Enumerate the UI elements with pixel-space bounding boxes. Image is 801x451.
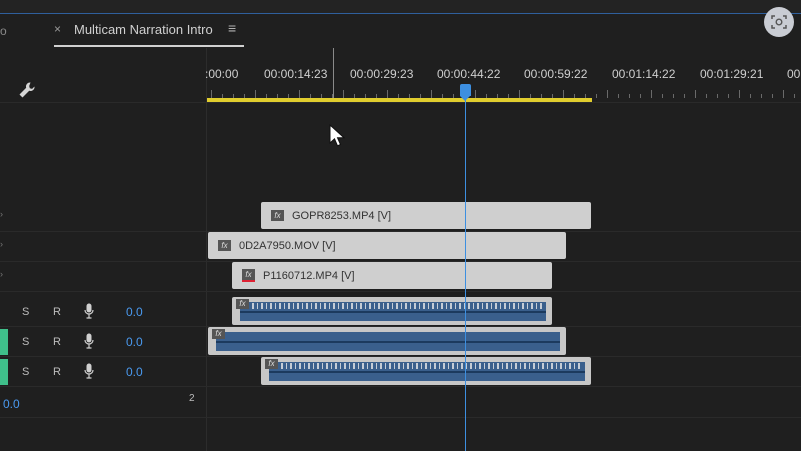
clip-name: P1160712.MP4 [V] <box>263 269 355 282</box>
ruler-tick <box>640 94 641 98</box>
clip-name: 0D2A7950.MOV [V] <box>239 239 336 252</box>
header-separator <box>0 102 801 103</box>
waveform-peaks <box>281 363 581 369</box>
ruler-tick <box>772 94 773 98</box>
fx-badge: fx <box>212 329 225 339</box>
ruler-tick <box>728 94 729 98</box>
mouse-pointer-icon <box>329 124 345 147</box>
microphone-icon[interactable] <box>84 363 94 379</box>
fx-badge: fx <box>265 359 278 369</box>
audio-waveform <box>216 332 560 351</box>
sequence-tab-title[interactable]: Multicam Narration Intro <box>74 22 213 37</box>
waveform-peaks <box>252 303 542 309</box>
ruler-timecode-label: 00:00:29:23 <box>350 67 414 81</box>
ruler-timecode-label: 00:01:29:21 <box>700 67 764 81</box>
audio-clip[interactable]: fx <box>261 357 591 385</box>
track-volume-value[interactable]: 0.0 <box>126 335 143 349</box>
playhead-handle[interactable] <box>460 84 471 101</box>
tab-close-button[interactable]: × <box>54 22 61 36</box>
ruler-tick <box>651 90 652 98</box>
time-ruler[interactable]: :00:00 00:00:14:23 00:00:29:23 00:00:44:22 0… <box>205 48 801 102</box>
audio-clip[interactable]: fx <box>232 297 552 325</box>
ruler-tick <box>684 94 685 98</box>
fx-badge: fx <box>271 210 284 221</box>
fx-badge: fx <box>218 240 231 251</box>
ruler-tick <box>596 94 597 98</box>
ruler-tick <box>607 90 608 98</box>
ruler-timecode-label: 00:00:59:22 <box>524 67 588 81</box>
fx-badge: fx <box>242 269 255 282</box>
track-target-indicator[interactable] <box>0 359 8 385</box>
record-button[interactable]: R <box>53 306 61 318</box>
solo-button[interactable]: S <box>22 366 29 378</box>
master-track <box>0 387 801 418</box>
ruler-tick <box>211 90 212 98</box>
ruler-tick <box>706 94 707 98</box>
ruler-tick <box>794 94 795 98</box>
master-volume-value[interactable]: 0.0 <box>3 397 20 411</box>
ruler-tick <box>343 90 344 98</box>
audio-clip[interactable]: fx <box>208 327 566 355</box>
visual-search-button[interactable] <box>764 7 794 37</box>
video-clip[interactable]: fx GOPR8253.MP4 [V] <box>261 202 591 229</box>
ruler-tick <box>662 94 663 98</box>
active-tab-underline <box>54 45 244 47</box>
ruler-timecode-label: :00:00 <box>205 67 239 81</box>
ruler-tick <box>629 94 630 98</box>
track-edge-mark: › <box>0 209 3 219</box>
track-edge-mark: › <box>0 239 3 249</box>
ruler-tick <box>761 94 762 98</box>
video-clip[interactable]: fx P1160712.MP4 [V] <box>232 262 552 289</box>
ruler-tick <box>783 90 784 98</box>
playhead-line <box>465 96 466 451</box>
ruler-timecode-label: 00:00:14:23 <box>264 67 328 81</box>
microphone-icon[interactable] <box>84 333 94 349</box>
clip-name: GOPR8253.MP4 [V] <box>292 209 392 222</box>
ruler-tick <box>739 90 740 98</box>
ruler-tick <box>673 94 674 98</box>
record-button[interactable]: R <box>53 366 61 378</box>
video-clip[interactable]: fx 0D2A7950.MOV [V] <box>208 232 566 259</box>
tab-menu-button[interactable]: ≡ <box>228 20 236 36</box>
ruler-timecode-label: 00:00:44:22 <box>437 67 501 81</box>
ruler-tick <box>695 90 696 98</box>
visual-search-icon <box>771 15 787 29</box>
ruler-tick <box>255 90 256 98</box>
ruler-tick <box>618 94 619 98</box>
ruler-marker-line <box>333 48 334 98</box>
microphone-icon[interactable] <box>84 303 94 319</box>
track-target-indicator[interactable] <box>0 329 8 355</box>
track-volume-value[interactable]: 0.0 <box>126 305 143 319</box>
solo-button[interactable]: S <box>22 336 29 348</box>
wrench-icon[interactable] <box>17 80 37 100</box>
ruler-tick <box>519 90 520 98</box>
ruler-tick <box>475 90 476 98</box>
work-area-bar[interactable] <box>207 98 592 102</box>
ruler-tick <box>750 94 751 98</box>
solo-button[interactable]: S <box>22 306 29 318</box>
master-channel-indicator: 2 <box>189 393 195 404</box>
ruler-timecode-label: 00:01:14:22 <box>612 67 676 81</box>
ruler-timecode-label: 00: <box>787 67 801 81</box>
fx-badge: fx <box>236 299 249 309</box>
ruler-tick <box>387 90 388 98</box>
ruler-tick <box>431 90 432 98</box>
top-bar <box>0 0 801 13</box>
previous-tab-fragment[interactable]: o <box>0 24 7 38</box>
track-volume-value[interactable]: 0.0 <box>126 365 143 379</box>
ruler-tick <box>717 94 718 98</box>
ruler-tick <box>563 90 564 98</box>
record-button[interactable]: R <box>53 336 61 348</box>
ruler-tick <box>299 90 300 98</box>
track-edge-mark: › <box>0 269 3 279</box>
